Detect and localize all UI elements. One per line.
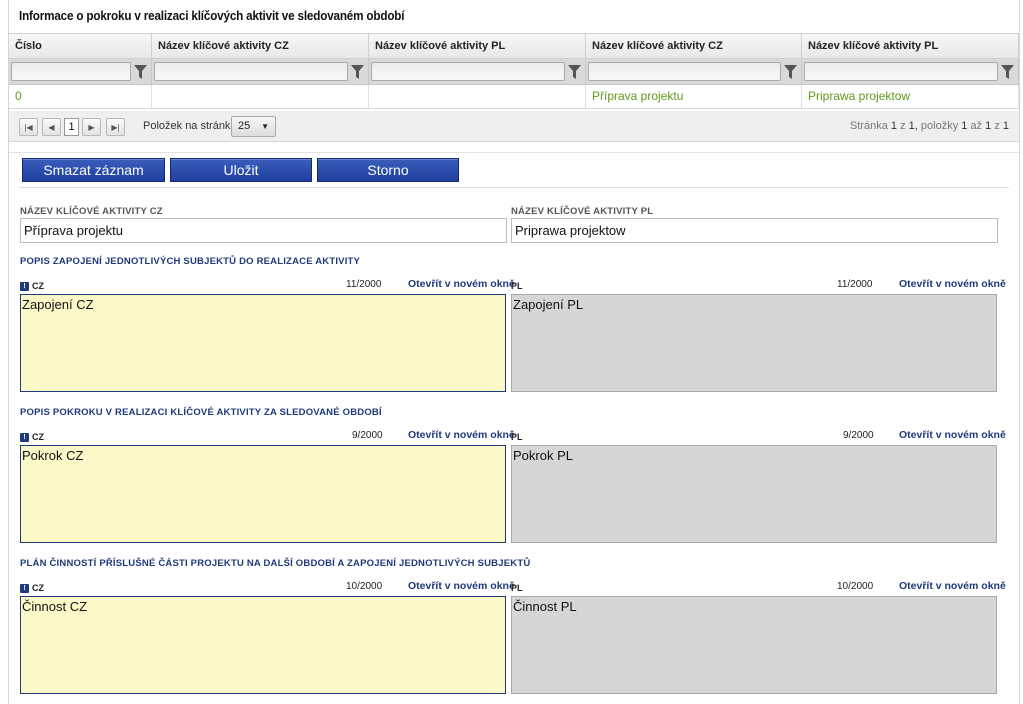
- filter-input-name-cz[interactable]: [154, 62, 348, 81]
- char-counter: 9/2000: [352, 430, 383, 441]
- filter-input-name-pl[interactable]: [371, 62, 565, 81]
- filter-icon[interactable]: [998, 62, 1016, 81]
- open-new-window-link[interactable]: Otevřít v novém okně: [899, 580, 1006, 592]
- grid-pager: |◀ ◀ 1 ▶ ▶| Položek na stránku 25 ▼ Strán…: [9, 111, 1019, 142]
- lang-label-pl: PL: [511, 281, 523, 291]
- cell-name-cz-2: Příprava projektu: [586, 85, 802, 108]
- open-new-window-link[interactable]: Otevřít v novém okně: [408, 278, 515, 290]
- chevron-down-icon: ▼: [261, 122, 269, 131]
- char-counter: 10/2000: [346, 581, 383, 592]
- lang-label-cz: ! CZ: [20, 583, 44, 593]
- open-new-window-link[interactable]: Otevřít v novém okně: [899, 278, 1006, 290]
- divider: [19, 187, 1009, 188]
- required-icon: !: [20, 281, 29, 291]
- lang-label-pl: PL: [511, 583, 523, 593]
- required-icon: !: [20, 432, 29, 442]
- divider: [9, 152, 1019, 153]
- involvement-cz-textarea[interactable]: Zapojení CZ: [20, 294, 506, 392]
- filter-icon[interactable]: [348, 62, 366, 81]
- name-cz-label: Název klíčové aktivity CZ: [20, 206, 163, 217]
- per-page-select[interactable]: 25 ▼: [231, 116, 276, 137]
- activities-grid: Číslo Název klíčové aktivity CZ Název kl…: [9, 33, 1019, 109]
- filter-icon[interactable]: [781, 62, 799, 81]
- delete-record-button[interactable]: Smazat záznam: [22, 158, 165, 182]
- prev-page-button[interactable]: ◀: [42, 118, 61, 136]
- next-page-icon: ▶: [88, 122, 95, 132]
- required-icon: !: [20, 583, 29, 593]
- next-page-button[interactable]: ▶: [82, 118, 101, 136]
- section-title: Informace o pokroku v realizaci klíčovýc…: [19, 8, 405, 23]
- involvement-pl-textarea: Zapojení PL: [511, 294, 997, 392]
- open-new-window-link[interactable]: Otevřít v novém okně: [408, 580, 515, 592]
- name-pl-label: Název klíčové aktivity PL: [511, 206, 654, 217]
- filter-icon[interactable]: [565, 62, 583, 81]
- column-header-number[interactable]: Číslo: [9, 34, 152, 58]
- char-counter: 11/2000: [346, 279, 382, 290]
- per-page-label: Položek na stránku: [143, 120, 237, 132]
- progress-cz-textarea[interactable]: Pokrok CZ: [20, 445, 506, 543]
- key-activities-panel: Informace o pokroku v realizaci klíčovýc…: [8, 0, 1020, 704]
- section-title-progress: POPIS POKROKU V REALIZACI KLÍČOVÉ AKTIVI…: [20, 407, 382, 418]
- char-counter: 9/2000: [843, 430, 874, 441]
- prev-page-icon: ◀: [48, 122, 55, 132]
- cell-name-cz: [152, 85, 369, 108]
- progress-pl-textarea: Pokrok PL: [511, 445, 997, 543]
- filter-input-name-pl-2[interactable]: [804, 62, 998, 81]
- save-button[interactable]: Uložit: [170, 158, 312, 182]
- last-page-button[interactable]: ▶|: [106, 118, 125, 136]
- pager-info: Stránka 1 z 1, položky 1 až 1 z 1: [849, 120, 1009, 132]
- first-page-icon: |◀: [24, 122, 33, 132]
- column-header-name-cz[interactable]: Název klíčové aktivity CZ: [152, 34, 369, 58]
- lang-label-cz: ! CZ: [20, 432, 44, 442]
- char-counter: 10/2000: [837, 581, 874, 592]
- first-page-button[interactable]: |◀: [19, 118, 38, 136]
- filter-icon[interactable]: [131, 62, 149, 81]
- cell-name-pl: [369, 85, 586, 108]
- cell-name-pl-2: Priprawa projektow: [802, 85, 1019, 108]
- grid-filter-row: [9, 59, 1019, 85]
- open-new-window-link[interactable]: Otevřít v novém okně: [899, 429, 1006, 441]
- name-pl-input[interactable]: Priprawa projektow: [511, 218, 998, 243]
- open-new-window-link[interactable]: Otevřít v novém okně: [408, 429, 515, 441]
- column-header-name-pl[interactable]: Název klíčové aktivity PL: [369, 34, 586, 58]
- cancel-button[interactable]: Storno: [317, 158, 459, 182]
- char-counter: 11/2000: [837, 279, 873, 290]
- filter-input-number[interactable]: [11, 62, 131, 81]
- cell-number: 0: [9, 85, 152, 108]
- section-title-involvement: POPIS ZAPOJENÍ JEDNOTLIVÝCH SUBJEKTŮ DO …: [20, 256, 361, 267]
- per-page-value: 25: [238, 120, 251, 132]
- lang-label-cz: ! CZ: [20, 281, 44, 291]
- lang-label-pl: PL: [511, 432, 523, 442]
- grid-header: Číslo Název klíčové aktivity CZ Název kl…: [9, 33, 1019, 59]
- plan-pl-textarea: Činnost PL: [511, 596, 997, 694]
- last-page-icon: ▶|: [111, 122, 120, 132]
- name-cz-input[interactable]: Příprava projektu: [20, 218, 507, 243]
- column-header-name-cz-2[interactable]: Název klíčové aktivity CZ: [586, 34, 802, 58]
- column-header-name-pl-2[interactable]: Název klíčové aktivity PL: [802, 34, 1019, 58]
- table-row[interactable]: 0 Příprava projektu Priprawa projektow: [9, 85, 1019, 109]
- section-title-plan: PLÁN ČINNOSTÍ PŘÍSLUŠNÉ ČÁSTI PROJEKTU N…: [20, 558, 531, 569]
- current-page-input[interactable]: 1: [64, 118, 79, 136]
- filter-input-name-cz-2[interactable]: [588, 62, 781, 81]
- plan-cz-textarea[interactable]: Činnost CZ: [20, 596, 506, 694]
